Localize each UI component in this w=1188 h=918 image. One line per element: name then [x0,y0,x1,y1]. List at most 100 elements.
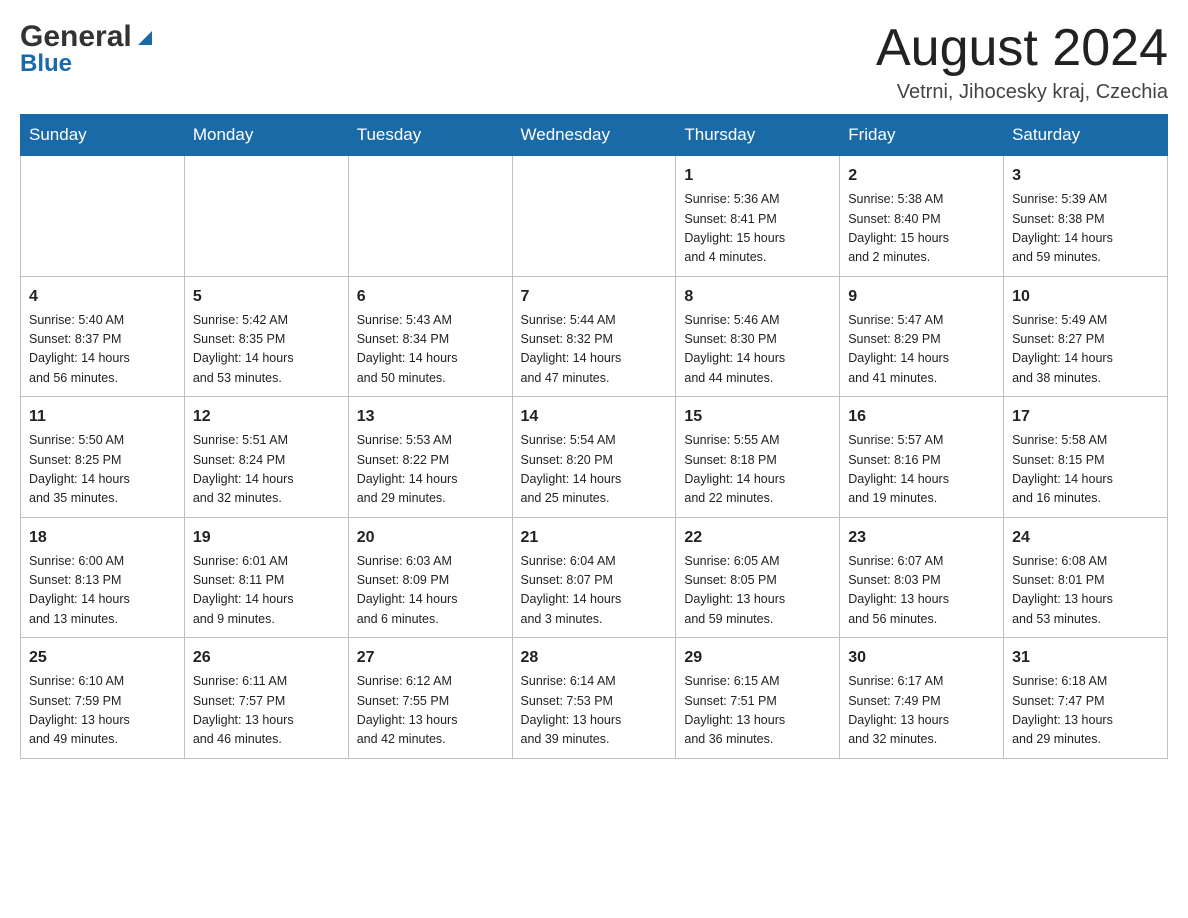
calendar-cell: 23Sunrise: 6:07 AM Sunset: 8:03 PM Dayli… [840,517,1004,638]
calendar-cell: 29Sunrise: 6:15 AM Sunset: 7:51 PM Dayli… [676,638,840,759]
day-number: 13 [357,405,504,429]
calendar-cell: 2Sunrise: 5:38 AM Sunset: 8:40 PM Daylig… [840,156,1004,277]
weekday-header-thursday: Thursday [676,115,840,156]
weekday-header-tuesday: Tuesday [348,115,512,156]
day-info: Sunrise: 6:03 AM Sunset: 8:09 PM Dayligh… [357,552,504,630]
day-number: 15 [684,405,831,429]
title-section: August 2024 Vetrni, Jihocesky kraj, Czec… [876,20,1168,104]
day-number: 14 [521,405,668,429]
calendar-cell: 8Sunrise: 5:46 AM Sunset: 8:30 PM Daylig… [676,276,840,397]
page-header: General Blue August 2024 Vetrni, Jihoces… [20,20,1168,104]
calendar-cell: 9Sunrise: 5:47 AM Sunset: 8:29 PM Daylig… [840,276,1004,397]
day-info: Sunrise: 6:04 AM Sunset: 8:07 PM Dayligh… [521,552,668,630]
calendar-cell: 12Sunrise: 5:51 AM Sunset: 8:24 PM Dayli… [184,397,348,518]
day-info: Sunrise: 5:36 AM Sunset: 8:41 PM Dayligh… [684,190,831,268]
day-number: 7 [521,285,668,309]
day-info: Sunrise: 5:58 AM Sunset: 8:15 PM Dayligh… [1012,431,1159,509]
calendar-cell: 3Sunrise: 5:39 AM Sunset: 8:38 PM Daylig… [1004,156,1168,277]
calendar-cell: 17Sunrise: 5:58 AM Sunset: 8:15 PM Dayli… [1004,397,1168,518]
day-number: 23 [848,526,995,550]
day-number: 1 [684,164,831,188]
day-number: 17 [1012,405,1159,429]
day-info: Sunrise: 6:01 AM Sunset: 8:11 PM Dayligh… [193,552,340,630]
day-info: Sunrise: 6:07 AM Sunset: 8:03 PM Dayligh… [848,552,995,630]
calendar-cell: 19Sunrise: 6:01 AM Sunset: 8:11 PM Dayli… [184,517,348,638]
weekday-header-monday: Monday [184,115,348,156]
day-info: Sunrise: 6:08 AM Sunset: 8:01 PM Dayligh… [1012,552,1159,630]
day-info: Sunrise: 5:39 AM Sunset: 8:38 PM Dayligh… [1012,190,1159,268]
day-info: Sunrise: 5:47 AM Sunset: 8:29 PM Dayligh… [848,311,995,389]
day-info: Sunrise: 5:44 AM Sunset: 8:32 PM Dayligh… [521,311,668,389]
day-number: 28 [521,646,668,670]
calendar-cell: 1Sunrise: 5:36 AM Sunset: 8:41 PM Daylig… [676,156,840,277]
day-number: 20 [357,526,504,550]
day-number: 21 [521,526,668,550]
day-info: Sunrise: 5:53 AM Sunset: 8:22 PM Dayligh… [357,431,504,509]
logo-general: General [20,20,132,54]
day-info: Sunrise: 6:05 AM Sunset: 8:05 PM Dayligh… [684,552,831,630]
day-info: Sunrise: 5:54 AM Sunset: 8:20 PM Dayligh… [521,431,668,509]
calendar-cell: 13Sunrise: 5:53 AM Sunset: 8:22 PM Dayli… [348,397,512,518]
day-number: 12 [193,405,340,429]
day-number: 26 [193,646,340,670]
weekday-header-friday: Friday [840,115,1004,156]
day-number: 11 [29,405,176,429]
day-number: 31 [1012,646,1159,670]
calendar-cell [512,156,676,277]
day-info: Sunrise: 6:15 AM Sunset: 7:51 PM Dayligh… [684,672,831,750]
calendar-week-5: 25Sunrise: 6:10 AM Sunset: 7:59 PM Dayli… [21,638,1168,759]
day-info: Sunrise: 5:42 AM Sunset: 8:35 PM Dayligh… [193,311,340,389]
day-number: 8 [684,285,831,309]
day-number: 16 [848,405,995,429]
calendar-week-2: 4Sunrise: 5:40 AM Sunset: 8:37 PM Daylig… [21,276,1168,397]
day-number: 25 [29,646,176,670]
day-number: 27 [357,646,504,670]
day-number: 5 [193,285,340,309]
calendar-cell: 15Sunrise: 5:55 AM Sunset: 8:18 PM Dayli… [676,397,840,518]
calendar: SundayMondayTuesdayWednesdayThursdayFrid… [20,114,1168,759]
day-info: Sunrise: 5:57 AM Sunset: 8:16 PM Dayligh… [848,431,995,509]
calendar-cell: 22Sunrise: 6:05 AM Sunset: 8:05 PM Dayli… [676,517,840,638]
day-number: 4 [29,285,176,309]
day-number: 19 [193,526,340,550]
calendar-cell: 26Sunrise: 6:11 AM Sunset: 7:57 PM Dayli… [184,638,348,759]
day-number: 18 [29,526,176,550]
calendar-cell: 31Sunrise: 6:18 AM Sunset: 7:47 PM Dayli… [1004,638,1168,759]
calendar-cell: 27Sunrise: 6:12 AM Sunset: 7:55 PM Dayli… [348,638,512,759]
day-number: 24 [1012,526,1159,550]
day-info: Sunrise: 6:17 AM Sunset: 7:49 PM Dayligh… [848,672,995,750]
calendar-cell: 4Sunrise: 5:40 AM Sunset: 8:37 PM Daylig… [21,276,185,397]
calendar-cell [21,156,185,277]
weekday-header-sunday: Sunday [21,115,185,156]
calendar-cell [184,156,348,277]
calendar-cell: 18Sunrise: 6:00 AM Sunset: 8:13 PM Dayli… [21,517,185,638]
month-title: August 2024 [876,20,1168,77]
day-info: Sunrise: 5:55 AM Sunset: 8:18 PM Dayligh… [684,431,831,509]
day-info: Sunrise: 5:38 AM Sunset: 8:40 PM Dayligh… [848,190,995,268]
weekday-header-saturday: Saturday [1004,115,1168,156]
day-info: Sunrise: 6:14 AM Sunset: 7:53 PM Dayligh… [521,672,668,750]
calendar-cell: 30Sunrise: 6:17 AM Sunset: 7:49 PM Dayli… [840,638,1004,759]
day-number: 2 [848,164,995,188]
day-info: Sunrise: 5:43 AM Sunset: 8:34 PM Dayligh… [357,311,504,389]
weekday-header-wednesday: Wednesday [512,115,676,156]
logo-triangle-icon [134,27,156,47]
calendar-cell: 25Sunrise: 6:10 AM Sunset: 7:59 PM Dayli… [21,638,185,759]
day-number: 3 [1012,164,1159,188]
calendar-cell: 24Sunrise: 6:08 AM Sunset: 8:01 PM Dayli… [1004,517,1168,638]
day-number: 22 [684,526,831,550]
day-info: Sunrise: 5:50 AM Sunset: 8:25 PM Dayligh… [29,431,176,509]
calendar-cell: 14Sunrise: 5:54 AM Sunset: 8:20 PM Dayli… [512,397,676,518]
calendar-cell: 20Sunrise: 6:03 AM Sunset: 8:09 PM Dayli… [348,517,512,638]
weekday-header-row: SundayMondayTuesdayWednesdayThursdayFrid… [21,115,1168,156]
calendar-cell: 28Sunrise: 6:14 AM Sunset: 7:53 PM Dayli… [512,638,676,759]
day-info: Sunrise: 5:46 AM Sunset: 8:30 PM Dayligh… [684,311,831,389]
day-info: Sunrise: 5:51 AM Sunset: 8:24 PM Dayligh… [193,431,340,509]
calendar-cell: 11Sunrise: 5:50 AM Sunset: 8:25 PM Dayli… [21,397,185,518]
calendar-week-1: 1Sunrise: 5:36 AM Sunset: 8:41 PM Daylig… [21,156,1168,277]
day-number: 10 [1012,285,1159,309]
calendar-cell: 16Sunrise: 5:57 AM Sunset: 8:16 PM Dayli… [840,397,1004,518]
calendar-cell: 21Sunrise: 6:04 AM Sunset: 8:07 PM Dayli… [512,517,676,638]
calendar-cell: 10Sunrise: 5:49 AM Sunset: 8:27 PM Dayli… [1004,276,1168,397]
day-info: Sunrise: 6:10 AM Sunset: 7:59 PM Dayligh… [29,672,176,750]
